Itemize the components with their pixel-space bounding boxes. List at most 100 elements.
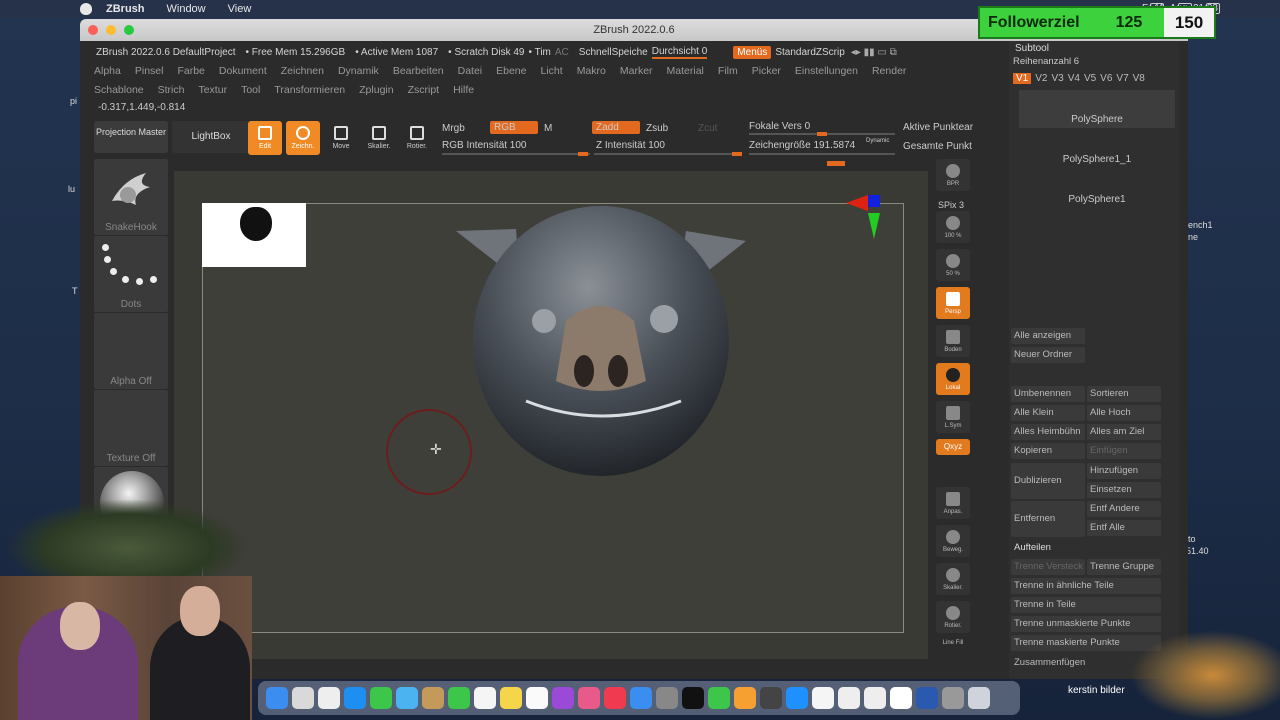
menu-texture[interactable]: Textur — [198, 84, 227, 96]
zbrush-alt-icon[interactable] — [864, 687, 886, 709]
doc-icon[interactable] — [916, 687, 938, 709]
focal-shift-track[interactable] — [749, 132, 895, 136]
tab-v5[interactable]: V5 — [1084, 73, 1096, 84]
menu-marker[interactable]: Marker — [620, 65, 653, 77]
menu-help[interactable]: Hilfe — [453, 84, 474, 96]
mail-icon[interactable] — [630, 687, 652, 709]
rgb-intensity-slider[interactable]: RGB Intensität 100 — [442, 140, 527, 151]
pages-icon[interactable] — [734, 687, 756, 709]
delete-other-button[interactable]: Entf Andere — [1087, 501, 1161, 517]
slider-knob[interactable] — [578, 152, 588, 156]
xyz-button[interactable]: Qxyz — [936, 439, 970, 455]
delete-all-button[interactable]: Entf Alle — [1087, 520, 1161, 536]
launchpad-icon[interactable] — [292, 687, 314, 709]
podcasts-icon[interactable] — [552, 687, 574, 709]
quicksave-button[interactable]: SchnellSpeiche — [579, 47, 648, 58]
numbers-icon[interactable] — [708, 687, 730, 709]
zoom100-button[interactable]: 100 % — [936, 211, 970, 243]
help-icon[interactable] — [942, 687, 964, 709]
dynamic-button[interactable]: Dynamic — [866, 138, 889, 144]
zsub-button[interactable]: Zsub — [646, 123, 668, 134]
split-section[interactable]: Aufteilen — [1011, 540, 1161, 556]
projection-master-button[interactable]: Projection Master — [94, 121, 168, 153]
all-high-button[interactable]: Alle Hoch — [1087, 405, 1161, 421]
lsym-button[interactable]: L.Sym — [936, 401, 970, 433]
menu-tool[interactable]: Tool — [241, 84, 260, 96]
ac-button[interactable]: AC — [555, 47, 569, 58]
menu-zplugin[interactable]: Zplugin — [359, 84, 393, 96]
all-home-button[interactable]: Alles Heimbühn — [1011, 424, 1085, 440]
subtool-item[interactable]: PolySphere — [1019, 90, 1175, 128]
paste-button[interactable]: Einfügen — [1087, 443, 1161, 459]
menu-document[interactable]: Dokument — [219, 65, 267, 77]
z-intensity-slider[interactable]: Z Intensität 100 — [596, 140, 665, 151]
menu-light[interactable]: Licht — [541, 65, 563, 77]
slider-knob[interactable] — [732, 152, 742, 156]
zadd-button[interactable]: Zadd — [592, 121, 640, 134]
menus-button[interactable]: Menüs — [733, 45, 772, 59]
notes-icon[interactable] — [500, 687, 522, 709]
menu-render[interactable]: Render — [872, 65, 906, 77]
split-similar-button[interactable]: Trenne in ähnliche Teile — [1011, 578, 1161, 594]
menu-alpha[interactable]: Alpha — [94, 65, 121, 77]
menubar-app[interactable]: ZBrush — [106, 3, 145, 15]
tab-v2[interactable]: V2 — [1035, 73, 1047, 84]
maps-icon[interactable] — [396, 687, 418, 709]
canvas-area[interactable]: ✛ — [174, 171, 928, 659]
rotate-view-button[interactable]: Rotier. — [936, 601, 970, 633]
subtool-item[interactable]: PolySphere1 — [1019, 170, 1175, 208]
finder-icon[interactable] — [266, 687, 288, 709]
menu-preferences[interactable]: Einstellungen — [795, 65, 858, 77]
chrome-icon[interactable] — [812, 687, 834, 709]
move-button[interactable]: Move — [324, 121, 358, 155]
brush-selector[interactable]: SnakeHook — [94, 159, 168, 235]
persp-button[interactable]: Persp — [936, 287, 970, 319]
linefill-button[interactable]: Line Fill — [936, 639, 970, 649]
tab-v8[interactable]: V8 — [1133, 73, 1145, 84]
sort-button[interactable]: Sortieren — [1087, 386, 1161, 402]
tv-icon[interactable] — [682, 687, 704, 709]
word-icon[interactable] — [890, 687, 912, 709]
safari-icon[interactable] — [344, 687, 366, 709]
facetime-icon[interactable] — [448, 687, 470, 709]
appstore-icon[interactable] — [786, 687, 808, 709]
bpr-button[interactable]: BPR — [936, 159, 970, 191]
layout-icons[interactable]: ◂▸ ▮▮ ▭ ⧉ — [851, 47, 897, 58]
scale-view-button[interactable]: Skalier. — [936, 563, 970, 595]
menu-stroke[interactable]: Strich — [158, 84, 185, 96]
menu-draw[interactable]: Zeichnen — [281, 65, 324, 77]
frame-button[interactable]: Anpas. — [936, 487, 970, 519]
draw-size-track[interactable] — [749, 153, 895, 166]
local-button[interactable]: Lokal — [936, 363, 970, 395]
duplicate-button[interactable]: Dublizieren — [1011, 463, 1085, 499]
sculpt-model[interactable] — [446, 201, 756, 501]
apple-icon[interactable] — [80, 3, 92, 15]
menu-picker[interactable]: Picker — [752, 65, 781, 77]
tab-v4[interactable]: V4 — [1068, 73, 1080, 84]
tab-v7[interactable]: V7 — [1116, 73, 1128, 84]
stroke-selector[interactable]: Dots — [94, 236, 168, 312]
texture-selector[interactable]: Texture Off — [94, 390, 168, 466]
tab-v1[interactable]: V1 — [1013, 73, 1032, 84]
row-count-slider[interactable]: Reihenanzahl 6 — [1009, 56, 1179, 67]
menu-stencil[interactable]: Schablone — [94, 84, 144, 96]
reminders-icon[interactable] — [474, 687, 496, 709]
move-view-button[interactable]: Beweg. — [936, 525, 970, 557]
all-target-button[interactable]: Alles am Ziel — [1087, 424, 1161, 440]
draw-button[interactable]: Zeichn. — [286, 121, 320, 155]
subtool-item[interactable]: PolySphere1_1 — [1019, 130, 1175, 168]
menu-material[interactable]: Material — [667, 65, 704, 77]
menu-movie[interactable]: Film — [718, 65, 738, 77]
z-intensity-track[interactable] — [594, 152, 742, 156]
tab-v3[interactable]: V3 — [1051, 73, 1063, 84]
rgb-button[interactable]: RGB — [490, 121, 538, 134]
orientation-gizmo[interactable] — [846, 191, 906, 291]
navigator-thumbnail[interactable] — [202, 203, 306, 267]
menu-transform[interactable]: Transformieren — [274, 84, 345, 96]
menu-dynamics[interactable]: Dynamik — [338, 65, 379, 77]
copy-button[interactable]: Kopieren — [1011, 443, 1085, 459]
mrgb-button[interactable]: Mrgb — [442, 123, 465, 134]
scripteditor-icon[interactable] — [760, 687, 782, 709]
rotate-button[interactable]: Rotier. — [400, 121, 434, 155]
menu-color[interactable]: Farbe — [177, 65, 204, 77]
